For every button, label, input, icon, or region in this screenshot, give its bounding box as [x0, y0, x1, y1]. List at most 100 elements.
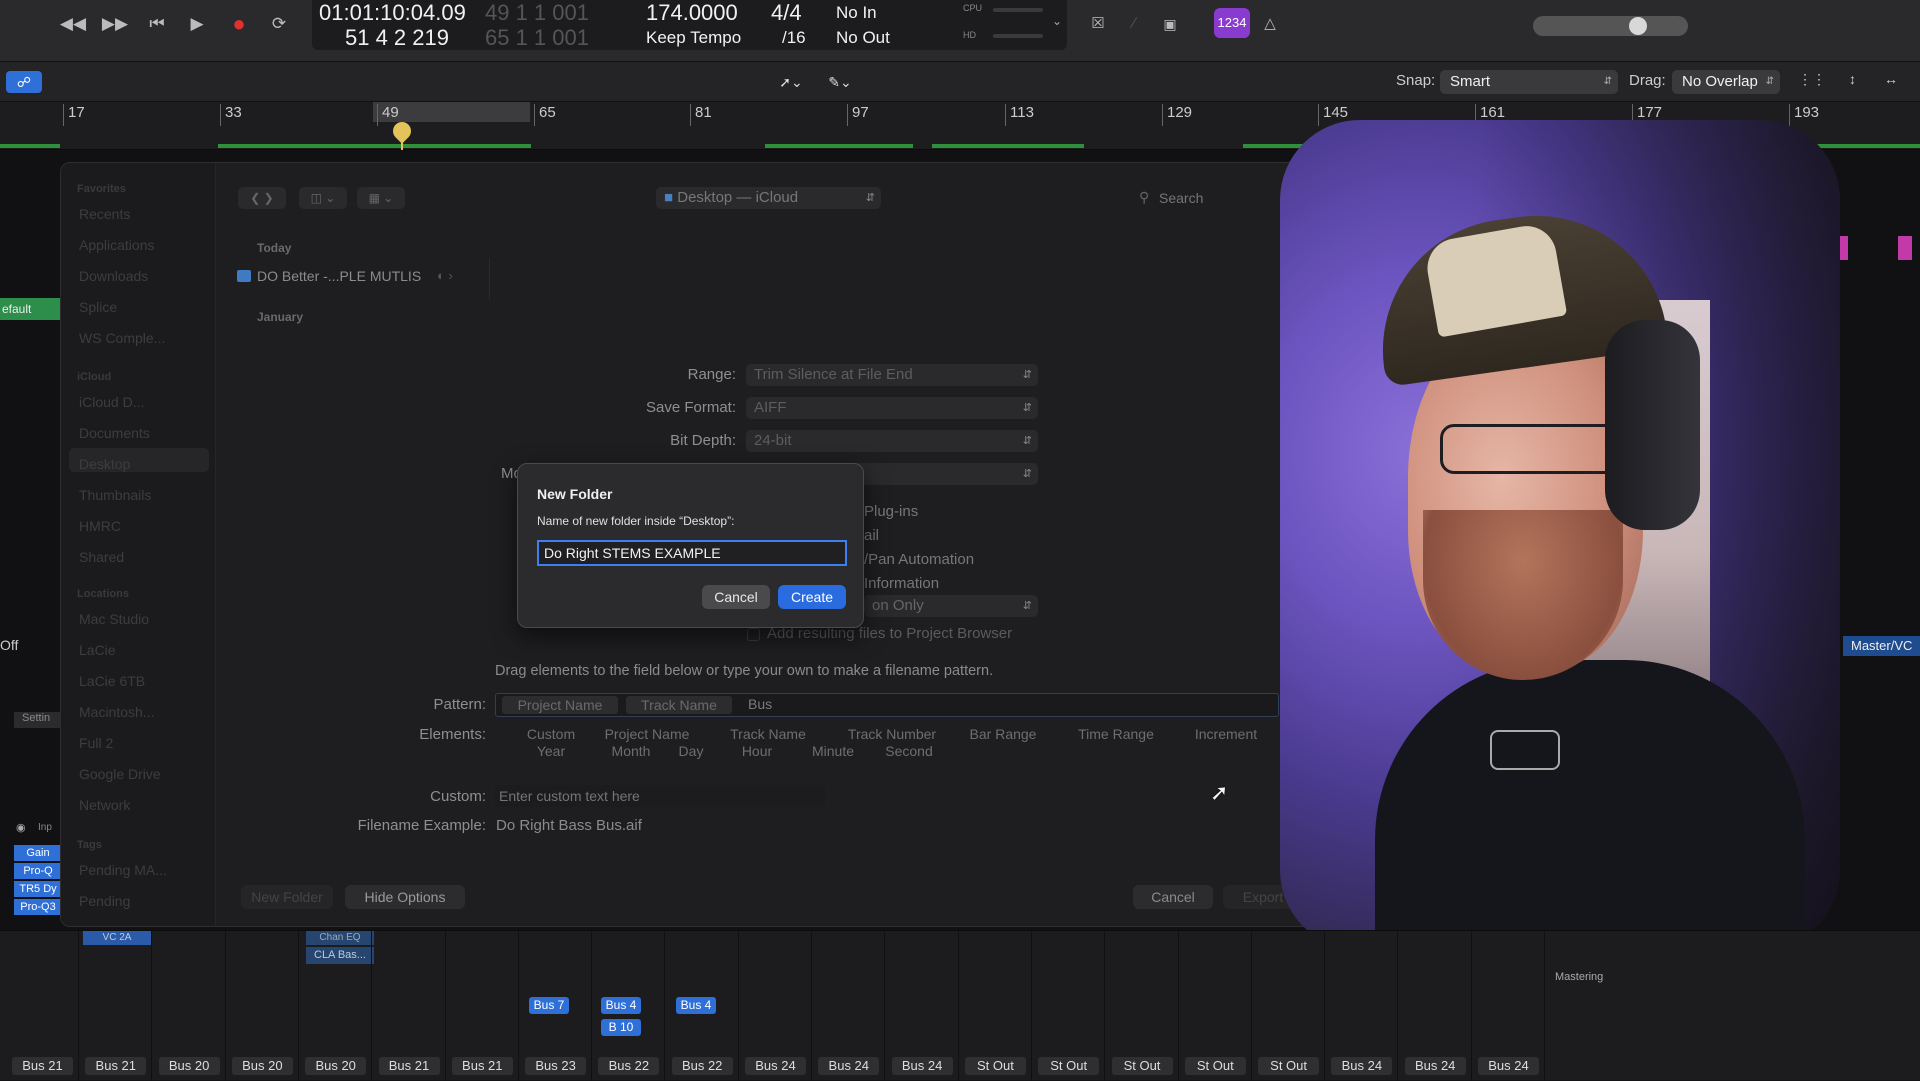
output-slot[interactable]: St Out [964, 1057, 1026, 1075]
plugin-slot[interactable]: Gain [14, 845, 60, 861]
sidebar-item[interactable]: Mac Studio [79, 611, 149, 627]
option-tail[interactable]: ail [864, 527, 879, 544]
create-button[interactable]: Create [778, 585, 846, 609]
plugin-slot[interactable]: Pro-Q3 [14, 899, 60, 915]
element-token[interactable]: Minute [791, 743, 875, 759]
output-slot[interactable]: Bus 21 [12, 1057, 73, 1075]
rewind-icon[interactable]: ◀◀ [58, 12, 88, 36]
pattern-token[interactable]: Track Name [626, 696, 732, 714]
view-mode-icon[interactable]: ◫ ⌄ [299, 187, 347, 209]
fast-forward-icon[interactable]: ▶▶ [100, 12, 130, 36]
output-slot[interactable]: St Out [1184, 1057, 1246, 1075]
element-token[interactable]: Time Range [1074, 726, 1158, 742]
waveform-zoom-icon[interactable]: ⋮⋮ [1798, 71, 1826, 88]
sidebar-item[interactable]: Pending [79, 893, 130, 909]
normalize-popup[interactable]: on Only ⇵ [864, 595, 1038, 617]
new-folder-button[interactable]: New Folder [241, 885, 333, 909]
pencil-tool-icon[interactable]: ✎⌄ [822, 71, 858, 93]
element-token[interactable]: Day [661, 743, 721, 759]
sidebar-item[interactable]: Google Drive [79, 766, 161, 782]
element-token[interactable]: Track Name [721, 726, 815, 742]
output-slot[interactable]: Bus 24 [1478, 1057, 1539, 1075]
play-icon[interactable]: ▶ [182, 12, 212, 36]
send-slot[interactable]: Bus 4 [676, 997, 716, 1014]
sidebar-item[interactable]: Documents [79, 425, 150, 441]
output-slot[interactable]: Bus 20 [305, 1057, 367, 1075]
send-slot[interactable]: B 10 [601, 1019, 641, 1036]
solo-icon[interactable]: ▣ [1155, 12, 1185, 36]
horizontal-zoom-icon[interactable]: ↔ [1884, 71, 1898, 87]
output-slot[interactable]: Bus 21 [451, 1057, 513, 1075]
vertical-zoom-icon[interactable]: ↕ [1849, 71, 1856, 87]
output-slot[interactable]: Bus 21 [378, 1057, 440, 1075]
add-to-browser-checkbox[interactable] [747, 628, 760, 641]
lcd-display[interactable]: 01:01:10:04.09 49 1 1 001 51 4 2 219 65 … [312, 0, 1067, 50]
option-information[interactable]: Information [864, 575, 939, 592]
element-token[interactable]: Custom [515, 726, 587, 742]
count-in-badge[interactable]: 1234 [1214, 8, 1250, 38]
sidebar-item[interactable]: WS Comple... [79, 330, 165, 346]
element-token[interactable]: Month [595, 743, 667, 759]
output-slot[interactable]: St Out [1258, 1057, 1320, 1075]
pointer-tool-icon[interactable]: ➚⌄ [773, 71, 809, 93]
bit-depth-popup[interactable]: 24-bit ⇵ [746, 430, 1038, 452]
output-slot[interactable]: Bus 24 [1404, 1057, 1466, 1075]
pattern-token[interactable]: Project Name [502, 696, 618, 714]
element-token[interactable]: Second [873, 743, 945, 759]
output-slot[interactable]: Bus 24 [818, 1057, 880, 1075]
cancel-button[interactable]: Cancel [1133, 885, 1213, 909]
output-slot[interactable]: Bus 24 [1331, 1057, 1393, 1075]
sidebar-item[interactable]: Network [79, 797, 130, 813]
drag-select[interactable]: No Overlap ⇵ [1672, 70, 1780, 94]
sidebar-item[interactable]: Shared [79, 549, 124, 565]
output-slot[interactable]: Bus 22 [671, 1057, 733, 1075]
replace-icon[interactable]: ☒ [1083, 12, 1113, 36]
sidebar-item[interactable]: Applications [79, 237, 155, 253]
output-slot[interactable]: Bus 20 [158, 1057, 220, 1075]
sidebar-item[interactable]: Pending MA... [79, 862, 167, 878]
back-forward-buttons[interactable]: ❮ ❯ [238, 187, 286, 209]
tuner-icon[interactable]: ∕ [1119, 12, 1149, 36]
output-slot[interactable]: Bus 22 [598, 1057, 660, 1075]
sheet-cancel-button[interactable]: Cancel [702, 585, 770, 609]
output-slot[interactable]: Bus 23 [525, 1057, 587, 1075]
range-popup[interactable]: Trim Silence at File End ⇵ [746, 364, 1038, 386]
sidebar-item[interactable]: Full 2 [79, 735, 113, 751]
output-slot[interactable]: St Out [1111, 1057, 1173, 1075]
custom-text-input[interactable] [495, 785, 825, 807]
sidebar-item[interactable]: HMRC [79, 518, 121, 534]
sidebar-item[interactable]: Recents [79, 206, 130, 222]
settings-button[interactable]: Settin [14, 712, 60, 728]
eye-icon[interactable]: ◉ [16, 821, 26, 834]
go-to-start-icon[interactable]: ⏮ [142, 12, 172, 36]
element-token[interactable]: Increment [1181, 726, 1271, 742]
element-token[interactable]: Year [515, 743, 587, 759]
location-popup[interactable]: ■ Desktop — iCloud ⇵ [656, 187, 881, 209]
cycle-icon[interactable]: ⟳ [264, 12, 294, 36]
option-pan-automation[interactable]: /Pan Automation [864, 551, 974, 568]
metronome-icon[interactable]: △ [1255, 12, 1285, 36]
sidebar-item[interactable]: Desktop [79, 456, 130, 472]
folder-name-input[interactable] [537, 540, 847, 566]
element-token[interactable]: Track Number [837, 726, 947, 742]
sidebar-item[interactable]: LaCie [79, 642, 116, 658]
sidebar-item[interactable]: Downloads [79, 268, 148, 284]
send-slot[interactable]: Bus 4 [601, 997, 641, 1014]
sidebar-item[interactable]: LaCie 6TB [79, 673, 145, 689]
pattern-field[interactable]: Project Name Track Name Bus [495, 693, 1279, 717]
sidebar-item[interactable]: Splice [79, 299, 117, 315]
element-token[interactable]: Project Name [595, 726, 699, 742]
save-format-popup[interactable]: AIFF ⇵ [746, 397, 1038, 419]
output-slot[interactable]: St Out [1038, 1057, 1100, 1075]
slider-knob[interactable] [1629, 17, 1647, 35]
chevron-down-icon[interactable]: ⌄ [1052, 14, 1062, 28]
output-slot[interactable]: Bus 20 [231, 1057, 293, 1075]
element-token[interactable]: Bar Range [965, 726, 1041, 742]
group-icon[interactable]: ▦ ⌄ [357, 187, 405, 209]
plugin-slot[interactable]: Pro-Q [14, 863, 60, 879]
output-slot[interactable]: Bus 24 [891, 1057, 953, 1075]
option-plugins[interactable]: Plug-ins [864, 503, 918, 520]
catch-playhead-icon[interactable]: ☍ [6, 71, 42, 93]
output-slot[interactable]: Bus 21 [85, 1057, 147, 1075]
output-slot[interactable]: Bus 24 [745, 1057, 806, 1075]
